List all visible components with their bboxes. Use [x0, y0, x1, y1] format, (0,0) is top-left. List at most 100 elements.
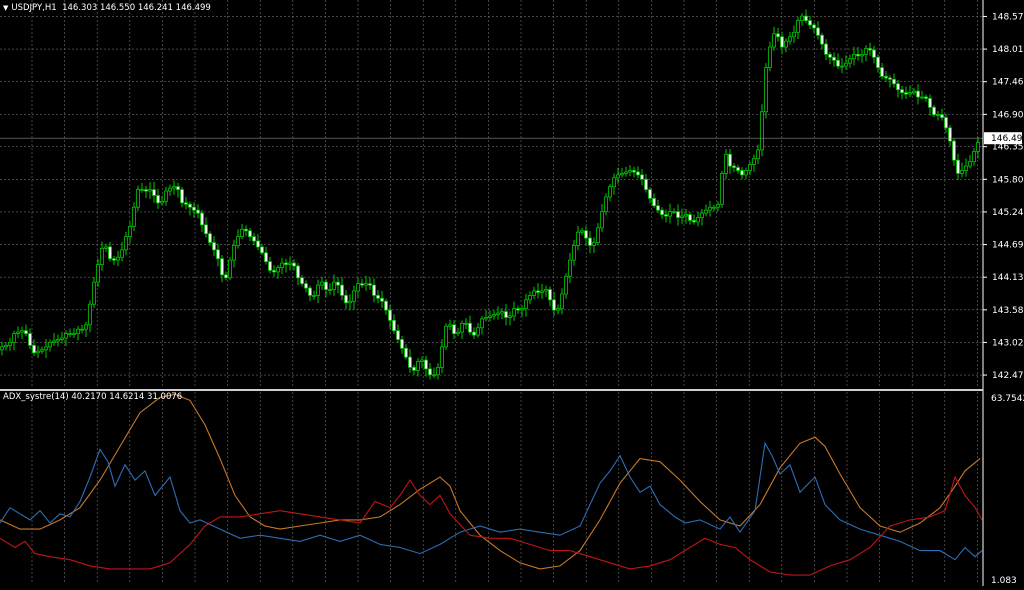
candle-bear[interactable]: [692, 220, 696, 223]
candle-bear[interactable]: [804, 15, 808, 21]
candle-bear[interactable]: [924, 96, 928, 99]
candle-bull[interactable]: [600, 211, 604, 229]
candle-bull[interactable]: [964, 165, 968, 171]
candle-bear[interactable]: [344, 295, 348, 304]
candle-bull[interactable]: [440, 346, 444, 368]
candle-bull[interactable]: [748, 164, 752, 171]
candle-bull[interactable]: [540, 290, 544, 293]
candle-bull[interactable]: [712, 206, 716, 209]
candle-bear[interactable]: [916, 90, 920, 98]
candle-bull[interactable]: [160, 200, 164, 204]
candle-bull[interactable]: [240, 228, 244, 238]
candle-bull[interactable]: [348, 300, 352, 304]
candle-bear[interactable]: [192, 206, 196, 211]
candle-bear[interactable]: [944, 117, 948, 129]
candle-bull[interactable]: [864, 48, 868, 55]
candle-bull[interactable]: [500, 311, 504, 314]
candle-bull[interactable]: [36, 350, 40, 354]
candle-bull[interactable]: [844, 62, 848, 67]
candle-bear[interactable]: [184, 202, 188, 205]
candle-bear[interactable]: [212, 242, 216, 251]
candle-bull[interactable]: [228, 259, 232, 279]
candle-bull[interactable]: [280, 262, 284, 268]
candle-bull[interactable]: [724, 153, 728, 174]
candle-bear[interactable]: [244, 228, 248, 232]
candle-bear[interactable]: [644, 178, 648, 190]
candle-bull[interactable]: [936, 114, 940, 117]
candle-bull[interactable]: [68, 333, 72, 336]
candle-bull[interactable]: [860, 53, 864, 57]
candle-bear[interactable]: [368, 283, 372, 286]
candle-bull[interactable]: [420, 359, 424, 362]
candle-bear[interactable]: [836, 59, 840, 67]
candle-bull[interactable]: [76, 328, 80, 335]
candle-bull[interactable]: [464, 322, 468, 325]
candle-bull[interactable]: [852, 53, 856, 60]
candle-bull[interactable]: [960, 170, 964, 174]
candle-bull[interactable]: [848, 58, 852, 64]
candle-bull[interactable]: [704, 209, 708, 214]
candle-bull[interactable]: [8, 342, 12, 346]
candle-bull[interactable]: [520, 308, 524, 311]
candle-bear[interactable]: [176, 186, 180, 190]
candle-bull[interactable]: [492, 314, 496, 317]
candle-bear[interactable]: [656, 205, 660, 211]
candle-bear[interactable]: [304, 283, 308, 289]
candle-bull[interactable]: [624, 171, 628, 174]
candle-bull[interactable]: [568, 259, 572, 277]
candle-bear[interactable]: [868, 48, 872, 51]
candle-bear[interactable]: [336, 281, 340, 286]
candle-bear[interactable]: [220, 258, 224, 276]
candle-bull[interactable]: [48, 342, 52, 348]
candle-bull[interactable]: [716, 203, 720, 208]
candle-bull[interactable]: [572, 245, 576, 261]
candle-bull[interactable]: [460, 322, 464, 333]
candle-bull[interactable]: [132, 206, 136, 227]
candle-bear[interactable]: [188, 203, 192, 208]
candle-bull[interactable]: [116, 256, 120, 261]
candle-bull[interactable]: [744, 170, 748, 176]
candle-bear[interactable]: [812, 24, 816, 29]
candle-bear[interactable]: [940, 114, 944, 118]
candle-bear[interactable]: [324, 281, 328, 290]
candle-bear[interactable]: [872, 49, 876, 58]
candle-bull[interactable]: [328, 289, 332, 291]
candle-bear[interactable]: [408, 356, 412, 368]
candle-bear[interactable]: [880, 67, 884, 77]
candle-bear[interactable]: [284, 262, 288, 265]
candle-bull[interactable]: [912, 90, 916, 93]
candle-bull[interactable]: [4, 344, 8, 348]
candle-bull[interactable]: [668, 211, 672, 217]
candle-bull[interactable]: [56, 339, 60, 342]
candle-bear[interactable]: [648, 189, 652, 199]
candle-bull[interactable]: [40, 349, 44, 352]
candle-bull[interactable]: [700, 212, 704, 218]
candle-bear[interactable]: [828, 53, 832, 58]
candle-bear[interactable]: [264, 252, 268, 263]
candle-bull[interactable]: [920, 96, 924, 99]
candle-bear[interactable]: [588, 237, 592, 246]
candle-bear[interactable]: [196, 209, 200, 214]
candle-bull[interactable]: [100, 247, 104, 265]
candle-bull[interactable]: [148, 189, 152, 192]
candle-bull[interactable]: [976, 142, 980, 152]
candle-bear[interactable]: [728, 153, 732, 167]
candle-bear[interactable]: [832, 56, 836, 61]
candle-bear[interactable]: [504, 311, 508, 318]
candle-bull[interactable]: [88, 303, 92, 326]
candle-bull[interactable]: [432, 374, 436, 377]
candle-bear[interactable]: [156, 195, 160, 204]
candle-bear[interactable]: [376, 295, 380, 299]
candle-bear[interactable]: [904, 92, 908, 95]
candle-bull[interactable]: [60, 337, 64, 340]
candle-bear[interactable]: [516, 308, 520, 311]
candle-bull[interactable]: [756, 149, 760, 160]
candle-bull[interactable]: [968, 161, 972, 167]
candle-bull[interactable]: [564, 275, 568, 295]
candle-bear[interactable]: [948, 127, 952, 142]
candle-bear[interactable]: [424, 359, 428, 370]
candle-bear[interactable]: [272, 270, 276, 273]
candle-bear[interactable]: [452, 324, 456, 335]
candle-bull[interactable]: [316, 284, 320, 296]
candle-bear[interactable]: [380, 297, 384, 302]
